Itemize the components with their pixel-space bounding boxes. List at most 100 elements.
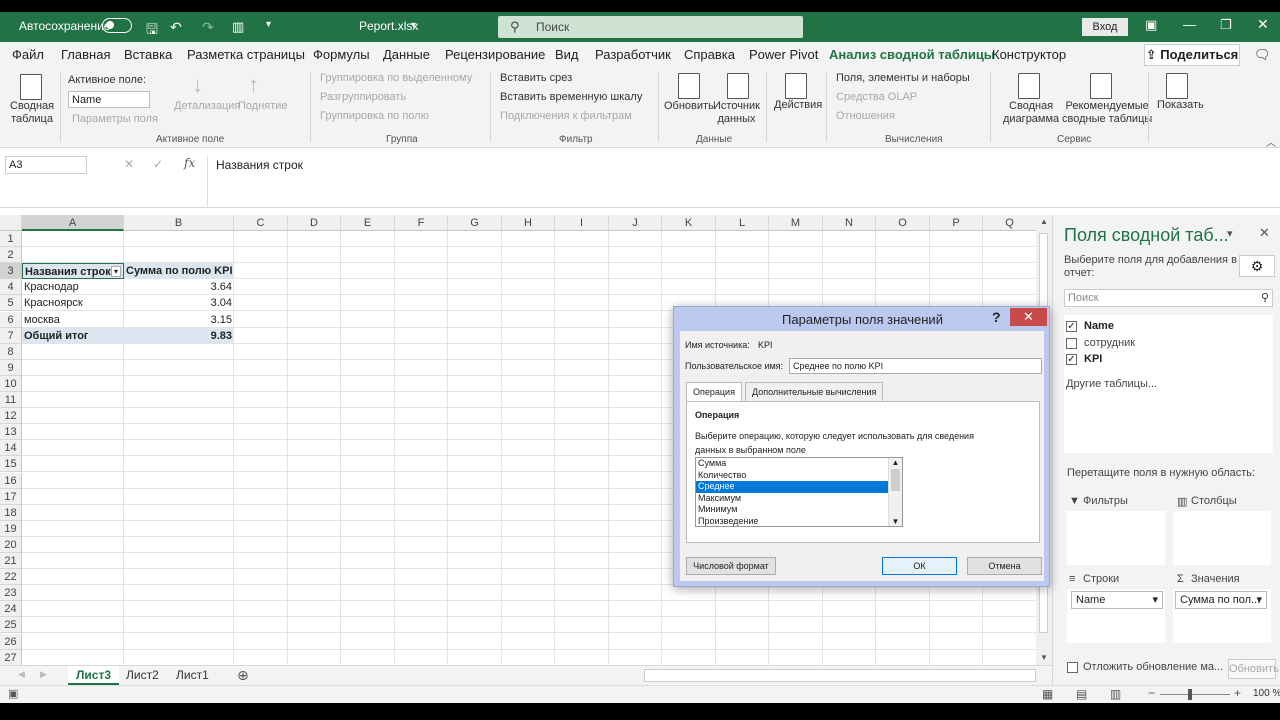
column-header[interactable]: J	[609, 215, 662, 231]
ungroup-button[interactable]: Разгруппировать	[320, 91, 406, 103]
page-layout-view-icon[interactable]: ▤	[1076, 687, 1087, 701]
column-header[interactable]: O	[876, 215, 930, 231]
confirm-formula-icon[interactable]: ✓	[153, 157, 163, 171]
row-header[interactable]: 2	[0, 247, 22, 264]
row-header[interactable]: 26	[0, 633, 22, 650]
field-employee-label[interactable]: сотрудник	[1084, 337, 1135, 349]
row-header[interactable]: 14	[0, 440, 22, 457]
operation-listbox[interactable]: Сумма Количество Среднее Максимум Миниму…	[695, 457, 903, 527]
search-box[interactable]: ⚲ Поиск	[498, 16, 803, 38]
column-header[interactable]: Q	[983, 215, 1036, 231]
undo-icon[interactable]: ↶	[170, 19, 182, 36]
filename-chevron-icon[interactable]: ▾	[411, 20, 416, 31]
zoom-slider[interactable]	[1160, 694, 1230, 695]
row-header[interactable]: 27	[0, 649, 22, 665]
row-header[interactable]: 20	[0, 536, 22, 553]
tab-file[interactable]: Файл	[12, 47, 44, 62]
row-header[interactable]: 5	[0, 295, 22, 312]
row-header[interactable]: 18	[0, 504, 22, 521]
field-checkbox-name[interactable]: ✓	[1066, 321, 1077, 332]
comments-icon[interactable]: 🗨	[1254, 47, 1271, 63]
page-break-view-icon[interactable]: ▥	[1110, 687, 1121, 701]
filters-area[interactable]	[1067, 511, 1165, 565]
insert-slicer-button[interactable]: Вставить срез	[500, 72, 572, 84]
ribbon-display-icon[interactable]: ▣	[1145, 17, 1157, 33]
macro-record-icon[interactable]: ▣	[8, 687, 18, 700]
row-header[interactable]: 6	[0, 311, 22, 328]
row-header[interactable]: 11	[0, 392, 22, 408]
zoom-out-icon[interactable]: −	[1148, 686, 1155, 700]
autosave-toggle[interactable]	[102, 18, 132, 33]
tab-pivot-analyze[interactable]: Анализ сводной таблицы	[829, 47, 995, 62]
pivot-row-header[interactable]: Названия строк ▾	[22, 263, 124, 280]
row-header[interactable]: 13	[0, 424, 22, 441]
row-header[interactable]: 7	[0, 327, 22, 344]
data-source-button[interactable]: Источник данных	[713, 100, 760, 126]
tab-page-layout[interactable]: Разметка страницы	[187, 47, 305, 62]
tab-power-pivot[interactable]: Power Pivot	[749, 47, 818, 62]
drill-down-button[interactable]: Детализация	[174, 100, 240, 112]
row-header[interactable]: 10	[0, 375, 22, 392]
restore-icon[interactable]: ❐	[1220, 17, 1232, 33]
formula-input[interactable]: Названия строк	[207, 156, 1267, 208]
cancel-formula-icon[interactable]: ✕	[124, 157, 134, 171]
field-checkbox-employee[interactable]	[1066, 338, 1077, 349]
recommended-pivots-button[interactable]: Рекомендуемые сводные таблицы	[1062, 100, 1152, 126]
redo-icon[interactable]: ↷	[202, 19, 214, 36]
refresh-button[interactable]: Обновить	[664, 100, 714, 112]
option-max[interactable]: Максимум	[696, 493, 902, 505]
pane-search-input[interactable]: Поиск ⚲	[1064, 289, 1273, 307]
columns-area[interactable]	[1173, 511, 1271, 565]
dialog-close-button[interactable]: ✕	[1010, 308, 1047, 326]
row-header[interactable]: 17	[0, 488, 22, 505]
pivot-value[interactable]: 3.15	[124, 312, 234, 328]
cancel-button[interactable]: Отмена	[967, 557, 1042, 575]
olap-tools-button[interactable]: Средства OLAP	[836, 91, 917, 103]
row-header[interactable]: 22	[0, 569, 22, 586]
listbox-scrollbar[interactable]: ▲ ▼	[888, 458, 902, 526]
insert-timeline-button[interactable]: Вставить временную шкалу	[500, 91, 642, 103]
row-header[interactable]: 19	[0, 520, 22, 537]
pivot-total-label[interactable]: Общий итог	[22, 327, 124, 344]
add-sheet-icon[interactable]: ⊕	[237, 667, 249, 684]
sheet-tab-3[interactable]: Лист3	[68, 666, 120, 685]
pivot-row-label[interactable]: москва	[22, 312, 124, 328]
scroll-down-icon[interactable]: ▼	[1040, 653, 1048, 662]
listbox-scroll-down-icon[interactable]: ▼	[889, 517, 902, 526]
values-field-dropdown[interactable]: Сумма по пол...	[1175, 591, 1267, 609]
group-selection-button[interactable]: Группировка по выделенному	[320, 72, 472, 84]
column-header[interactable]: N	[823, 215, 876, 231]
pivot-total-value[interactable]: 9.83	[124, 327, 234, 344]
login-button[interactable]: Вход	[1082, 18, 1128, 36]
save-icon[interactable]: 🖫	[146, 19, 158, 43]
row-header[interactable]: 25	[0, 617, 22, 634]
column-header[interactable]: C	[234, 215, 288, 231]
option-min[interactable]: Минимум	[696, 504, 902, 516]
insert-function-icon[interactable]: fx	[184, 156, 195, 170]
listbox-scroll-up-icon[interactable]: ▲	[889, 458, 902, 467]
next-sheet-icon[interactable]: ▶	[40, 669, 47, 680]
option-product[interactable]: Произведение	[696, 516, 902, 527]
column-header[interactable]: D	[288, 215, 341, 231]
pivot-row-label[interactable]: Красноярск	[22, 295, 124, 311]
column-header[interactable]: F	[395, 215, 448, 231]
option-count[interactable]: Количество	[696, 470, 902, 482]
rows-field-dropdown[interactable]: Name	[1071, 591, 1163, 609]
zoom-slider-thumb[interactable]	[1188, 689, 1192, 700]
form-icon[interactable]: ▥	[232, 19, 244, 35]
row-header[interactable]: 15	[0, 456, 22, 473]
active-field-input[interactable]: Name	[68, 91, 150, 108]
listbox-scroll-thumb[interactable]	[891, 469, 900, 491]
gear-icon[interactable]: ⚙	[1239, 255, 1275, 277]
customize-toolbar-icon[interactable]: ▾	[266, 19, 271, 30]
row-header[interactable]: 3	[0, 263, 22, 280]
sheet-tab-2[interactable]: Лист2	[118, 666, 167, 685]
tab-review[interactable]: Рецензирование	[445, 47, 545, 62]
group-field-button[interactable]: Группировка по полю	[320, 110, 429, 122]
column-header[interactable]: M	[769, 215, 823, 231]
name-box[interactable]: A3	[5, 156, 87, 174]
pivot-chart-button[interactable]: Сводная диаграмма	[1003, 100, 1059, 126]
tab-extra-calculations[interactable]: Дополнительные вычисления	[745, 382, 884, 401]
tab-insert[interactable]: Вставка	[124, 47, 172, 62]
other-tables-link[interactable]: Другие таблицы...	[1066, 378, 1157, 390]
